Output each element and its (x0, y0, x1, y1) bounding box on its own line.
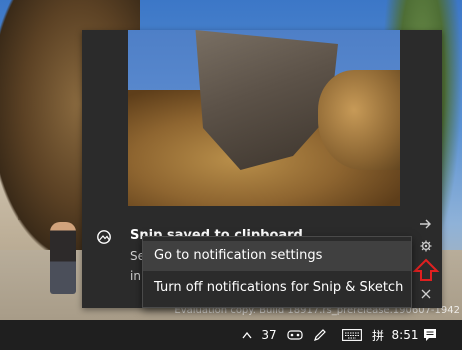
menu-item-turn-off-notifications[interactable]: Turn off notifications for Snip & Sketch (143, 273, 411, 303)
red-up-arrow-icon (412, 258, 440, 281)
arrow-right-icon[interactable] (418, 216, 434, 232)
input-language-indicator[interactable]: 拼 (368, 320, 388, 350)
people-icon[interactable] (284, 320, 306, 350)
menu-item-notification-settings[interactable]: Go to notification settings (143, 241, 411, 271)
keyboard-icon[interactable] (338, 320, 366, 350)
pen-icon[interactable] (310, 320, 330, 350)
clock[interactable]: 8:51 (388, 320, 422, 350)
context-menu: Go to notification settings Turn off not… (142, 236, 412, 308)
snip-preview-image[interactable] (128, 30, 400, 206)
close-icon[interactable] (418, 286, 434, 302)
wallpaper-person (50, 222, 76, 294)
tray-count[interactable]: 37 (258, 320, 280, 350)
gear-icon[interactable] (418, 238, 434, 254)
toast-body-line: in (130, 269, 141, 283)
taskbar: 37 拼 8:51 (0, 320, 462, 350)
snip-and-sketch-icon (97, 230, 111, 244)
action-center-icon[interactable] (418, 320, 442, 350)
chevron-up-icon[interactable] (238, 320, 256, 350)
preview-sculpture-head (318, 70, 400, 170)
